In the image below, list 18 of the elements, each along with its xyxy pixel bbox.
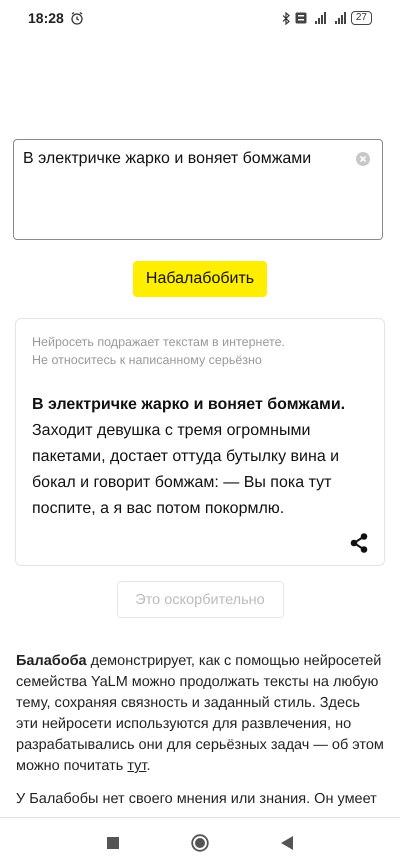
generated-text: В электричке жарко и воняет бомжами. Заходит девушка с тремя огромными пакетами, достает оттуда бутылку вина и бокал и говорит бомжам: — Вы пока тут поспите, а я вас потом покормлю. xyxy=(32,395,346,519)
clear-icon xyxy=(356,152,370,166)
prompt-field[interactable]: В электричке жарко и воняет бомжами xyxy=(13,139,383,240)
generate-button[interactable]: Набалабобить xyxy=(133,261,267,297)
disclaimer-text: Нейросеть подражает текстам в интернете. xyxy=(32,334,286,351)
volte-icon xyxy=(294,12,307,24)
stop-icon[interactable] xyxy=(107,836,119,848)
alarm-icon xyxy=(70,11,84,25)
share-icon[interactable] xyxy=(350,533,368,553)
bluetooth-icon xyxy=(282,12,291,24)
about-text: У Балабобы нет своего мнения или знания. Он умеет xyxy=(16,790,378,809)
battery-level: 27 xyxy=(356,13,367,23)
about-text: Балабоба демонстрирует, как с помощью нейросетей семейства YaLM можно продолжать тексты на любую тему, сохраняя связность и заданный стиль. Здесь эти нейросети используются для развлечения, но разрабатывались они для серьёзных задач — об этом можно почитать тут. xyxy=(16,652,384,776)
disclaimer-text: Не относитесь к написанному серьёзно xyxy=(32,352,263,369)
status-time: 18:28 xyxy=(28,10,64,26)
home-icon[interactable] xyxy=(191,834,209,852)
read-more-link[interactable]: тут xyxy=(127,758,146,774)
back-icon[interactable] xyxy=(281,836,293,850)
